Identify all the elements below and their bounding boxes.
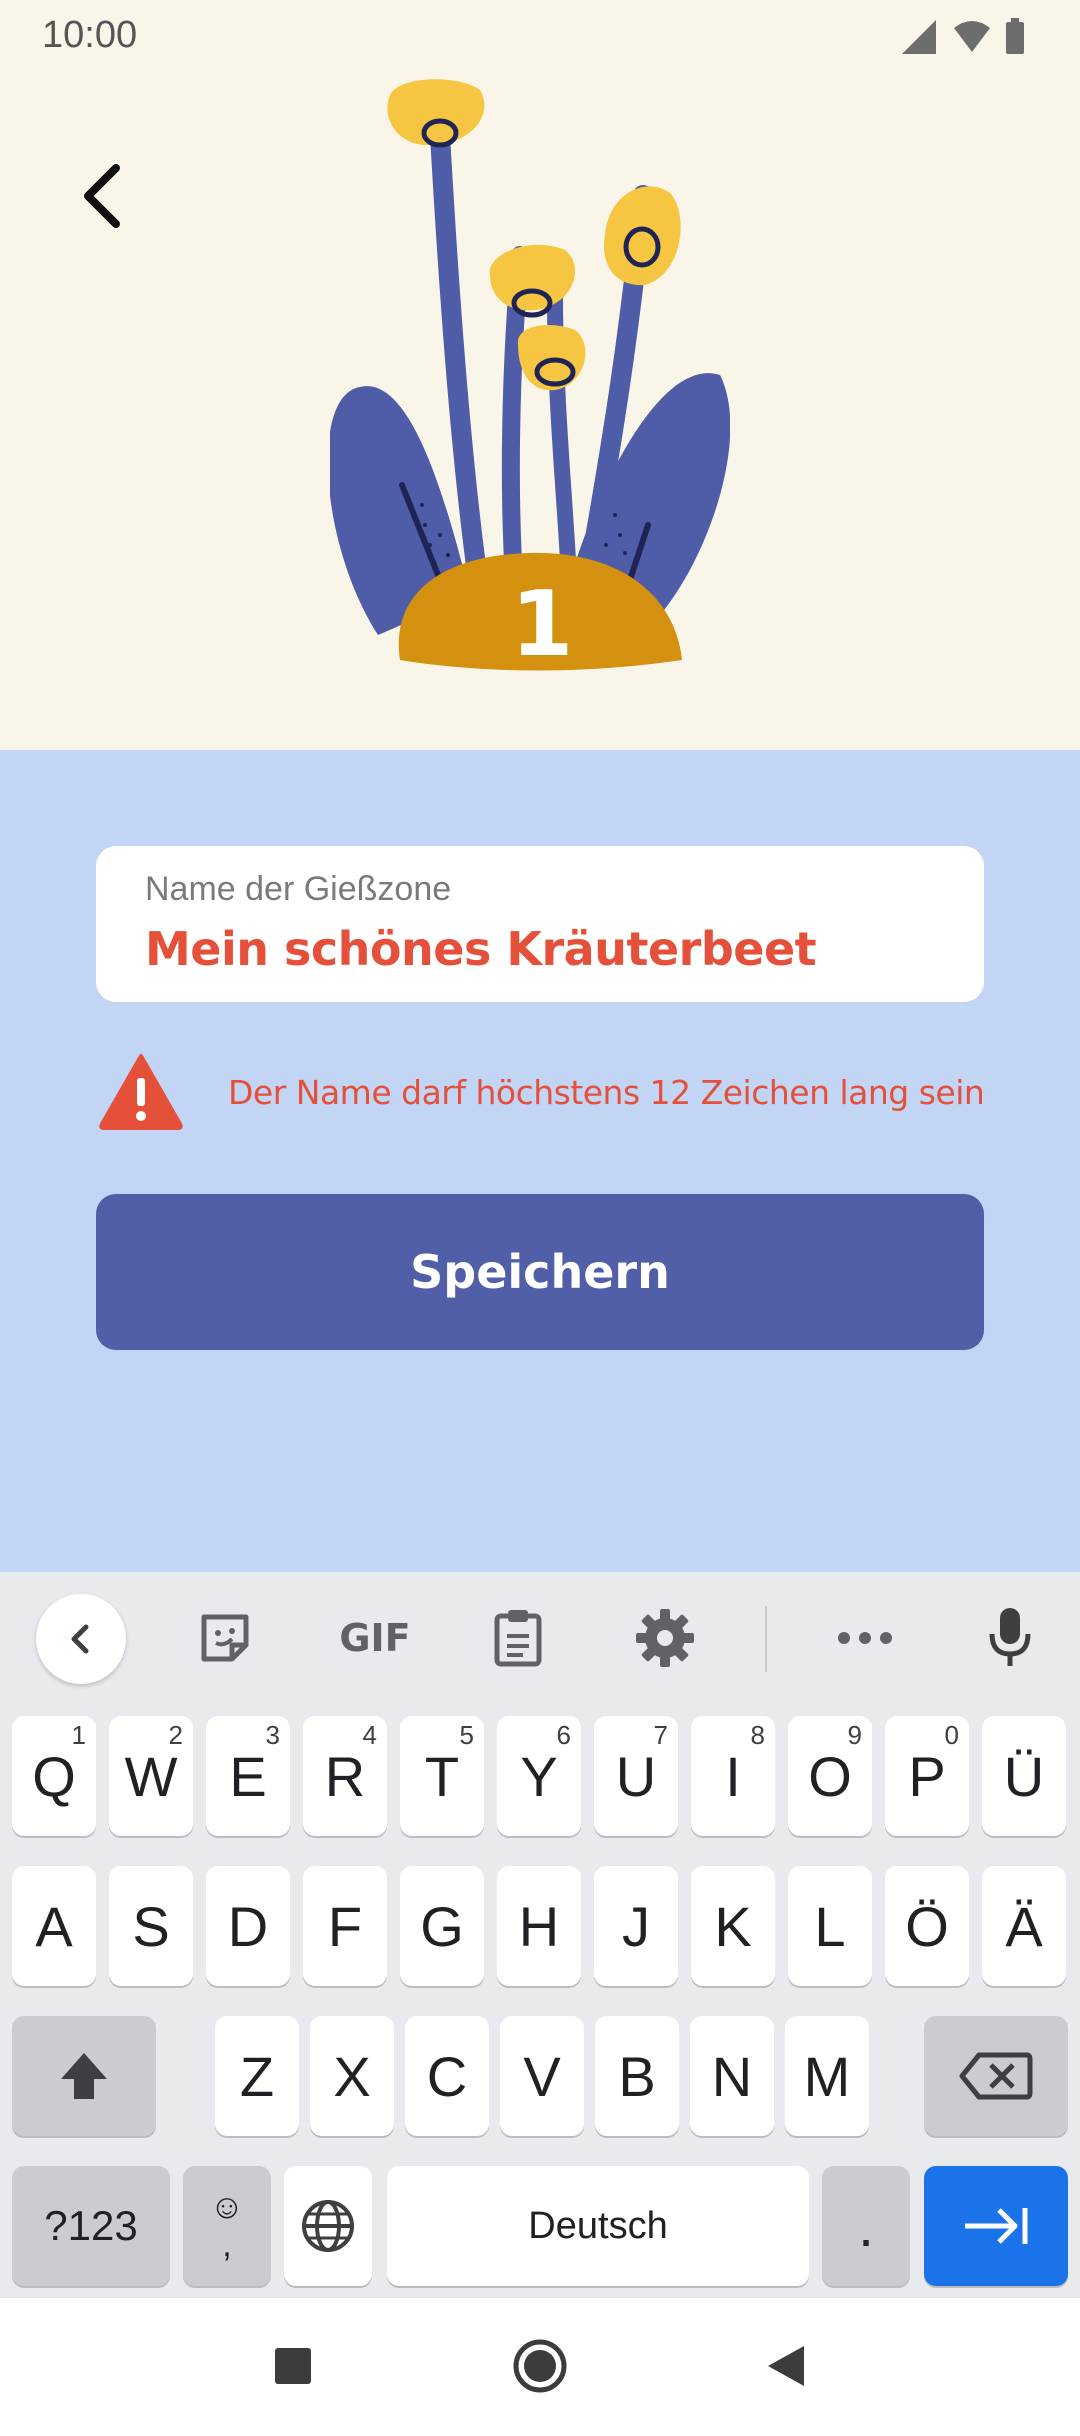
- key-u[interactable]: U7: [594, 1716, 678, 1836]
- clipboard-icon[interactable]: [488, 1598, 548, 1678]
- key-c[interactable]: C: [405, 2016, 489, 2136]
- key-w[interactable]: W2: [109, 1716, 193, 1836]
- zone-name-input[interactable]: Mein schönes Kräuterbeet: [145, 922, 817, 976]
- recents-icon[interactable]: [275, 2348, 311, 2384]
- key-n[interactable]: N: [690, 2016, 774, 2136]
- error-message: Der Name darf höchstens 12 Zeichen lang …: [228, 1073, 985, 1112]
- backspace-icon: [959, 2052, 1033, 2100]
- home-icon[interactable]: [512, 2338, 568, 2394]
- more-icon[interactable]: [830, 1598, 900, 1678]
- chevron-left-icon: [84, 164, 120, 228]
- key-i[interactable]: I8: [691, 1716, 775, 1836]
- space-key[interactable]: Deutsch: [387, 2166, 809, 2286]
- key-a[interactable]: A: [12, 1866, 96, 1986]
- plant-illustration: 1: [330, 79, 730, 677]
- key-o[interactable]: O9: [788, 1716, 872, 1836]
- warning-icon: [98, 1052, 184, 1132]
- nav-back-icon[interactable]: [766, 2344, 806, 2388]
- chevron-left-icon: [71, 1624, 89, 1654]
- zone-number: 1: [511, 572, 574, 677]
- key-d[interactable]: D: [206, 1866, 290, 1986]
- key-f[interactable]: F: [303, 1866, 387, 1986]
- key-l[interactable]: L: [788, 1866, 872, 1986]
- save-button[interactable]: Speichern: [96, 1194, 984, 1350]
- status-time: 10:00: [42, 14, 138, 56]
- key-j[interactable]: J: [594, 1866, 678, 1986]
- key-t[interactable]: T5: [400, 1716, 484, 1836]
- zone-name-field[interactable]: Name der Gießzone Mein schönes Kräuterbe…: [96, 846, 984, 1002]
- gif-button[interactable]: GIF: [330, 1598, 420, 1678]
- period-key[interactable]: .: [822, 2166, 910, 2286]
- back-button[interactable]: [62, 150, 142, 240]
- signal-icon: [902, 20, 936, 54]
- key-z[interactable]: Z: [215, 2016, 299, 2136]
- emoji-icon: ☺: [209, 2188, 245, 2226]
- key-p[interactable]: P0: [885, 1716, 969, 1836]
- key-y[interactable]: Y6: [497, 1716, 581, 1836]
- key-h[interactable]: H: [497, 1866, 581, 1986]
- comma-label: ,: [222, 2226, 232, 2264]
- key-oe[interactable]: Ö: [885, 1866, 969, 1986]
- status-icons: [902, 18, 1052, 58]
- backspace-key[interactable]: [924, 2016, 1068, 2136]
- key-s[interactable]: S: [109, 1866, 193, 1986]
- mic-icon[interactable]: [980, 1598, 1040, 1678]
- tab-next-icon: [965, 2208, 1028, 2244]
- settings-icon[interactable]: [630, 1598, 700, 1678]
- field-label: Name der Gießzone: [145, 870, 452, 908]
- key-e[interactable]: E3: [206, 1716, 290, 1836]
- key-k[interactable]: K: [691, 1866, 775, 1986]
- shift-icon: [61, 2053, 107, 2099]
- symbols-key[interactable]: ?123: [12, 2166, 170, 2286]
- toolbar-divider: [765, 1606, 767, 1672]
- language-key[interactable]: [284, 2166, 372, 2286]
- wifi-icon: [954, 21, 990, 52]
- key-q[interactable]: Q1: [12, 1716, 96, 1836]
- emoji-comma-key[interactable]: ☺ ,: [183, 2166, 271, 2286]
- key-m[interactable]: M: [785, 2016, 869, 2136]
- sticker-icon[interactable]: [190, 1598, 260, 1678]
- key-g[interactable]: G: [400, 1866, 484, 1986]
- key-v[interactable]: V: [500, 2016, 584, 2136]
- battery-icon: [1006, 22, 1024, 54]
- shift-key[interactable]: [12, 2016, 156, 2136]
- key-x[interactable]: X: [310, 2016, 394, 2136]
- key-ae[interactable]: Ä: [982, 1866, 1066, 1986]
- key-b[interactable]: B: [595, 2016, 679, 2136]
- keyboard-back-button[interactable]: [36, 1594, 126, 1684]
- globe-icon: [302, 2200, 354, 2252]
- key-ue[interactable]: Ü: [982, 1716, 1066, 1836]
- enter-key[interactable]: [924, 2166, 1068, 2286]
- key-r[interactable]: R4: [303, 1716, 387, 1836]
